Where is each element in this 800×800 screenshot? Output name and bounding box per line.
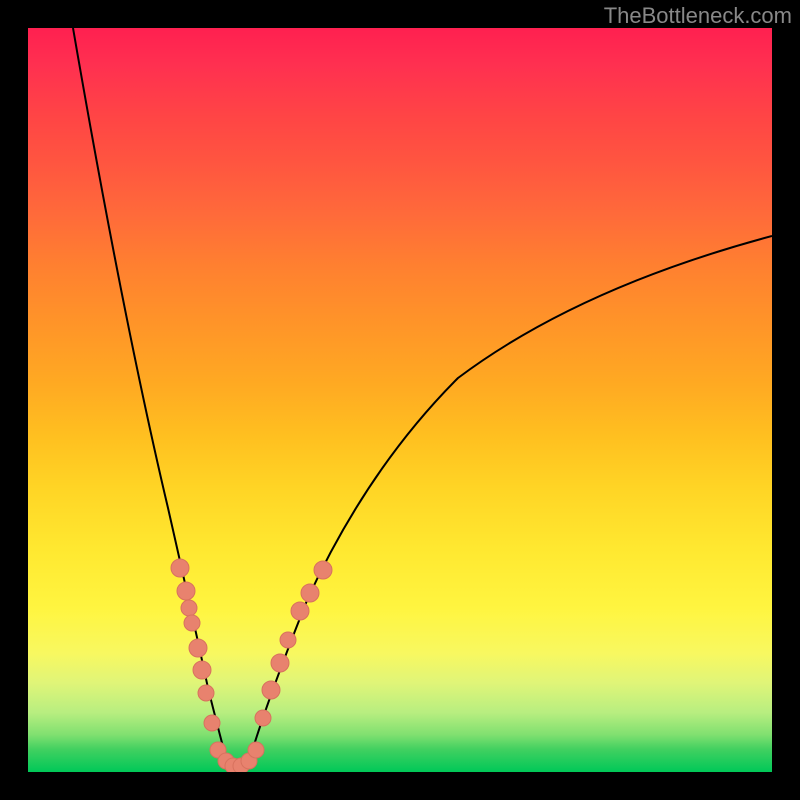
chart-container: TheBottleneck.com xyxy=(0,0,800,800)
bottom-arc-markers xyxy=(210,742,264,772)
chart-svg xyxy=(28,28,772,772)
right-branch-markers xyxy=(255,561,332,726)
watermark-text: TheBottleneck.com xyxy=(604,3,792,29)
curve-right-branch xyxy=(250,236,772,758)
